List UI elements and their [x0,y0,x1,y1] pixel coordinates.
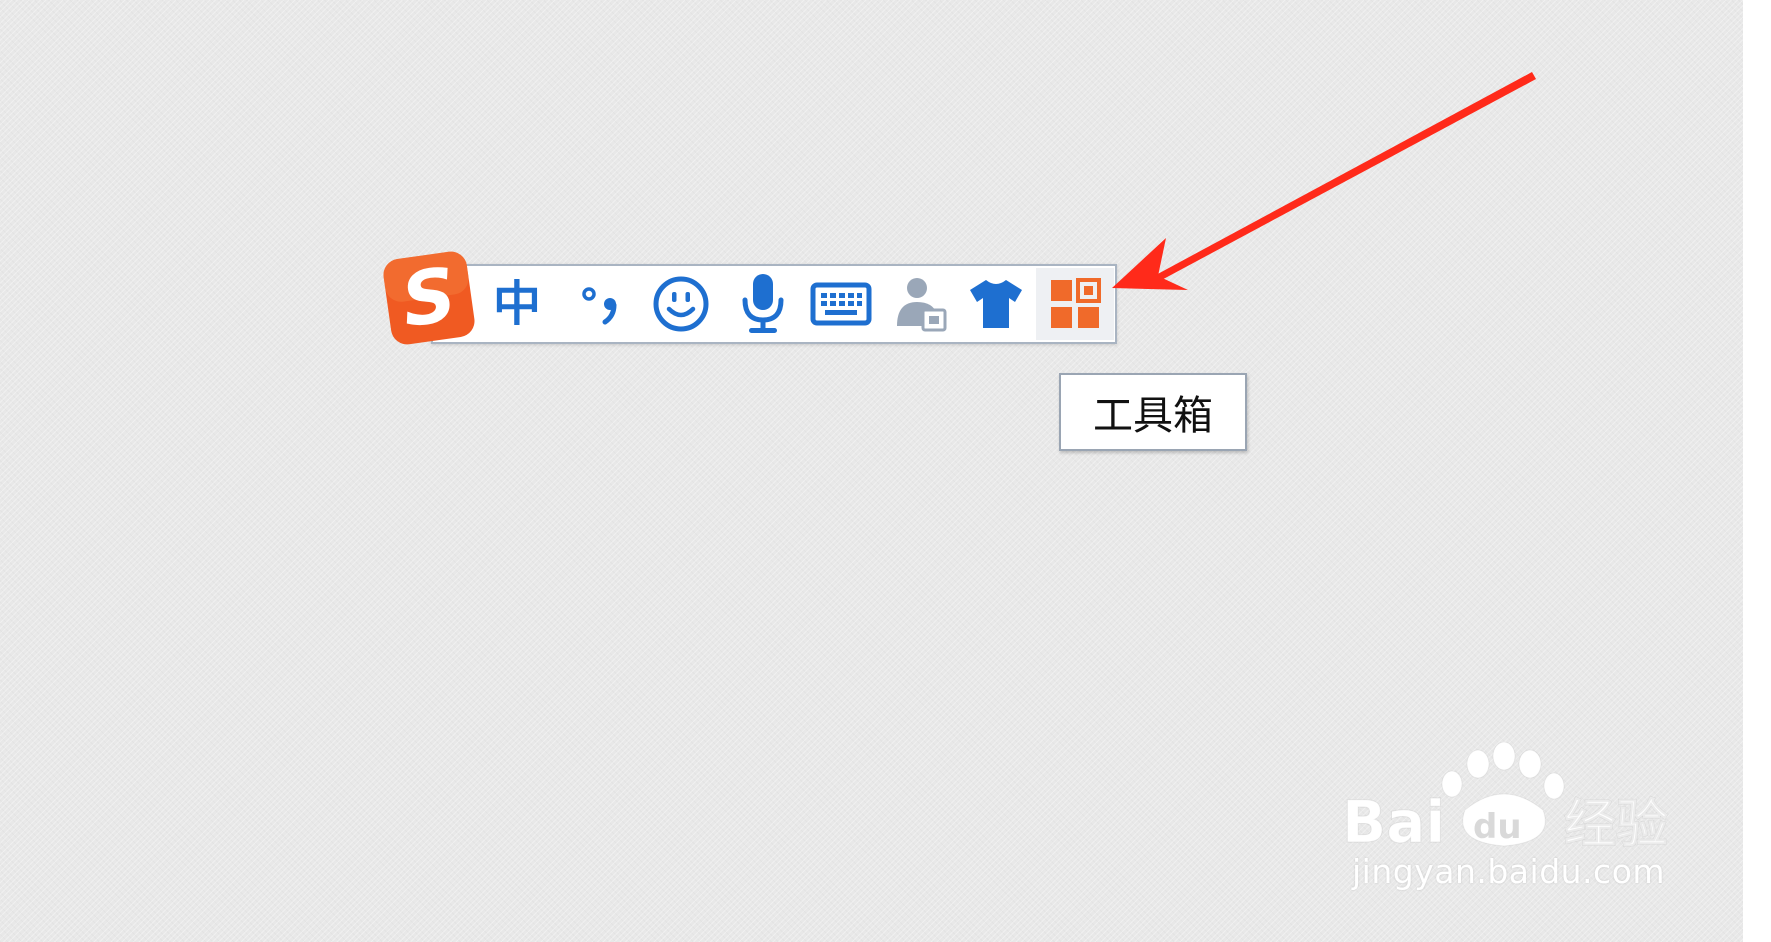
toolbox-button[interactable] [1036,268,1114,340]
watermark-brand-cn: 经验 [1564,795,1668,855]
skin-shirt-icon [970,280,1022,328]
page-right-edge [1743,0,1771,942]
skin-button[interactable] [963,268,1029,340]
user-account-icon [897,278,947,332]
baidu-jingyan-watermark: Bai du 经验 [1342,742,1669,857]
emoji-button[interactable] [648,268,714,340]
toolbox-grid-icon [1051,278,1101,328]
sogou-logo-icon[interactable]: S [379,249,479,347]
emoji-icon [653,276,709,332]
voice-input-button[interactable] [730,268,796,340]
watermark-brand-du: du [1473,807,1522,847]
watermark-url: jingyan.baidu.com [1352,852,1666,891]
keyboard-icon [810,282,872,326]
microphone-icon [742,274,784,333]
punctuation-icon [582,287,617,325]
watermark-brand-text: Bai [1342,788,1445,856]
punctuation-toggle-button[interactable] [567,268,633,340]
chinese-english-toggle-button[interactable]: 中 [484,268,550,340]
soft-keyboard-button[interactable] [804,268,878,340]
lang-mode-label: 中 [492,276,541,332]
user-account-button[interactable] [888,268,954,340]
toolbox-tooltip: 工具箱 [1059,373,1247,451]
annotation-arrow-icon [1112,72,1536,290]
